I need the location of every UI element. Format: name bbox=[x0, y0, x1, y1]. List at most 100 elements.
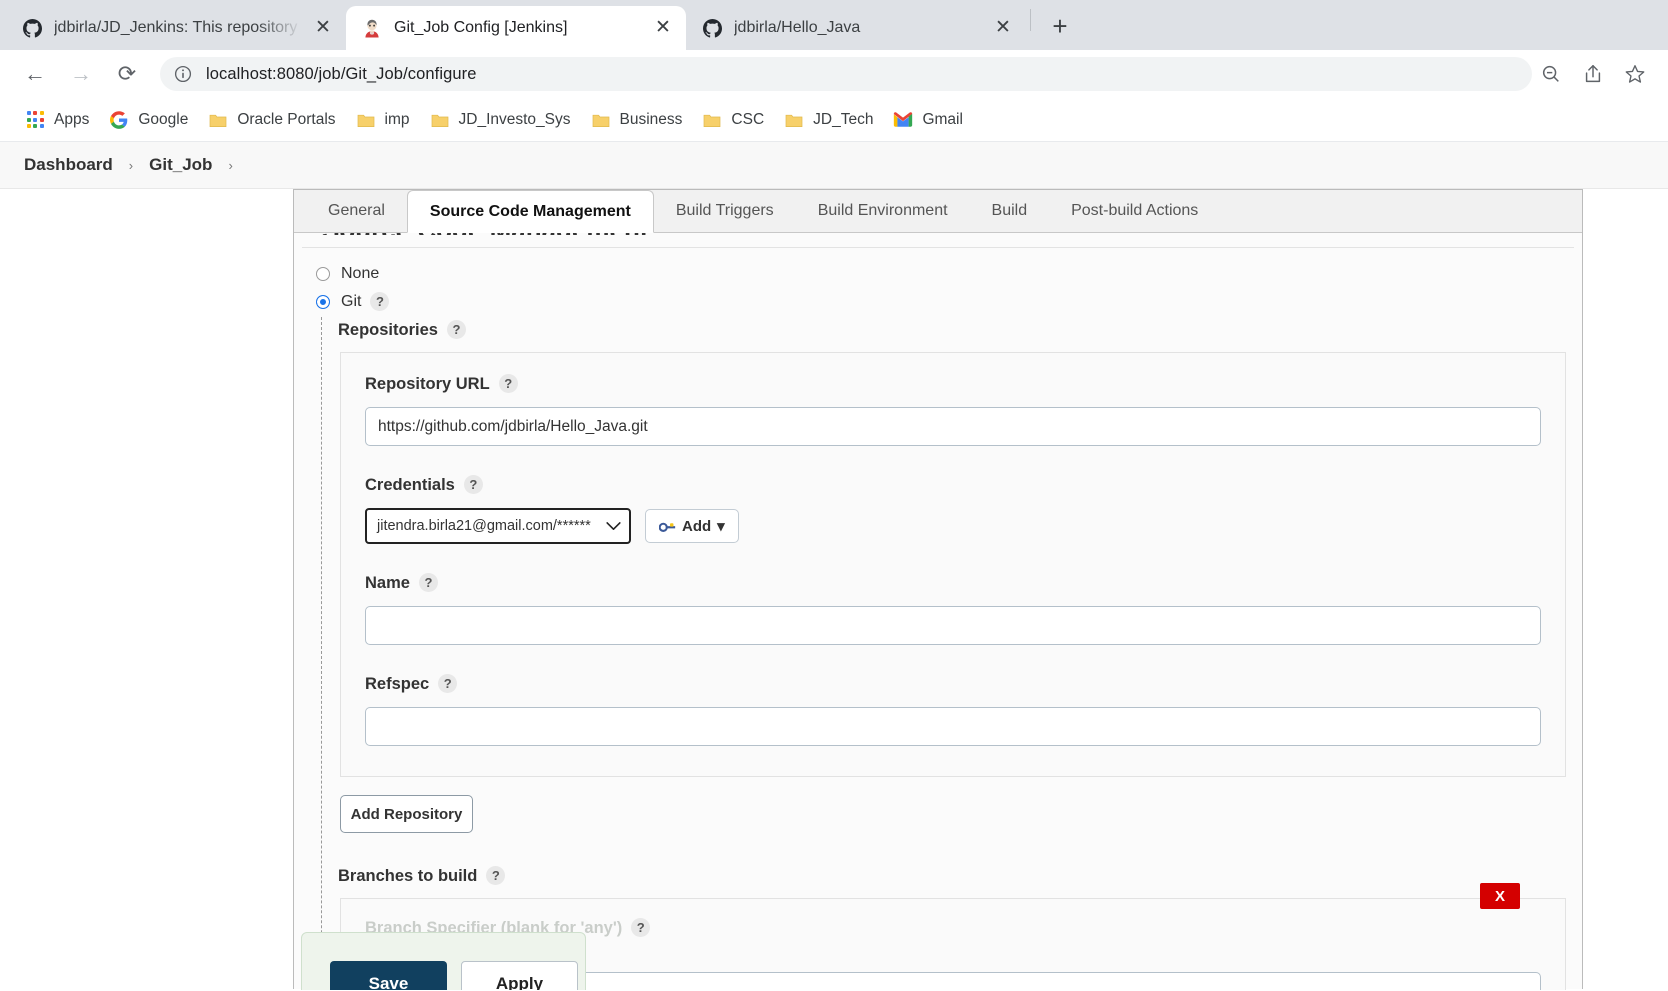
add-repository-button[interactable]: Add Repository bbox=[340, 795, 473, 833]
folder-icon bbox=[356, 110, 376, 130]
chevron-down-icon[interactable]: ▾ bbox=[717, 517, 725, 535]
credentials-field: Credentials ? jitendra.birla21@gmail.com… bbox=[365, 475, 1541, 544]
radio-option-none[interactable]: None bbox=[316, 261, 1582, 287]
refspec-field: Refspec ? bbox=[365, 674, 1541, 746]
name-input[interactable] bbox=[365, 606, 1541, 645]
folder-icon bbox=[784, 110, 804, 130]
help-icon[interactable]: ? bbox=[498, 374, 518, 393]
chevron-down-icon[interactable] bbox=[606, 518, 621, 535]
refspec-input[interactable] bbox=[365, 707, 1541, 746]
bookmark-label: JD_Investo_Sys bbox=[458, 110, 571, 128]
browser-tab-title: Git_Job Config [Jenkins] bbox=[394, 19, 568, 36]
repository-url-field: Repository URL ? bbox=[365, 374, 1541, 446]
error-badge[interactable]: X bbox=[1480, 883, 1520, 909]
browser-tab-3[interactable]: jdbirla/Hello_Java ✕ bbox=[686, 6, 1026, 50]
github-icon bbox=[22, 18, 42, 38]
credentials-label: Credentials ? bbox=[365, 475, 1541, 495]
help-icon[interactable]: ? bbox=[631, 918, 651, 937]
bookmark-jd-investo-sys[interactable]: JD_Investo_Sys bbox=[421, 106, 580, 134]
browser-tab-1[interactable]: jdbirla/JD_Jenkins: This repository ✕ bbox=[6, 6, 346, 50]
folder-icon bbox=[208, 110, 228, 130]
radio-icon[interactable] bbox=[316, 295, 330, 309]
radio-icon[interactable] bbox=[316, 267, 330, 281]
bookmark-label: Oracle Portals bbox=[237, 110, 336, 128]
credentials-select[interactable]: jitendra.birla21@gmail.com/****** bbox=[365, 508, 631, 544]
bookmark-star-icon[interactable] bbox=[1624, 63, 1646, 85]
section-heading: Source Code Management bbox=[322, 233, 649, 235]
bookmark-google[interactable]: Google bbox=[100, 106, 197, 134]
page-content: Dashboard › Git_Job › General Source Cod… bbox=[0, 142, 1668, 991]
repositories-label-text: Repositories bbox=[338, 321, 438, 339]
bookmark-label: JD_Tech bbox=[813, 110, 874, 128]
breadcrumb-item-dashboard[interactable]: Dashboard bbox=[20, 155, 117, 175]
tab-separator bbox=[1030, 9, 1031, 31]
info-circle-icon[interactable] bbox=[174, 65, 192, 83]
help-icon[interactable]: ? bbox=[446, 320, 466, 339]
close-icon[interactable]: ✕ bbox=[652, 17, 674, 39]
help-icon[interactable]: ? bbox=[463, 475, 483, 494]
browser-tabstrip: jdbirla/JD_Jenkins: This repository ✕ Gi… bbox=[0, 0, 1668, 50]
config-panel: General Source Code Management Build Tri… bbox=[293, 189, 1583, 990]
save-button[interactable]: Save bbox=[330, 961, 447, 990]
bookmark-business[interactable]: Business bbox=[582, 106, 692, 134]
help-icon[interactable]: ? bbox=[486, 866, 506, 885]
toolbar-icon-group bbox=[1540, 63, 1652, 85]
radio-label: Git bbox=[341, 293, 362, 310]
browser-toolbar: ← → ⟳ localhost:8080/job/Git_Job/configu… bbox=[0, 50, 1668, 98]
add-credentials-button[interactable]: Add ▾ bbox=[645, 509, 739, 543]
new-tab-button[interactable]: + bbox=[1043, 11, 1077, 45]
branches-to-build-label-text: Branches to build bbox=[338, 867, 478, 885]
tab-build-triggers[interactable]: Build Triggers bbox=[654, 190, 796, 232]
tab-build-environment[interactable]: Build Environment bbox=[796, 190, 970, 232]
bookmark-label: Google bbox=[138, 110, 189, 128]
divider bbox=[302, 247, 1574, 248]
browser-tab-2[interactable]: Git_Job Config [Jenkins] ✕ bbox=[346, 6, 686, 50]
refspec-label-text: Refspec bbox=[365, 675, 430, 693]
save-bar: Save Apply bbox=[301, 932, 586, 990]
chevron-right-icon: › bbox=[128, 157, 134, 173]
tab-general[interactable]: General bbox=[306, 190, 407, 232]
bookmark-gmail[interactable]: Gmail bbox=[884, 106, 971, 134]
bookmark-oracle-portals[interactable]: Oracle Portals bbox=[199, 106, 344, 134]
reload-icon[interactable]: ⟳ bbox=[108, 55, 146, 93]
share-icon[interactable] bbox=[1582, 63, 1604, 85]
bookmark-jd-tech[interactable]: JD_Tech bbox=[775, 106, 882, 134]
close-icon[interactable]: ✕ bbox=[312, 17, 334, 39]
folder-icon bbox=[702, 110, 722, 130]
tab-source-code-management[interactable]: Source Code Management bbox=[406, 190, 654, 233]
zoom-out-icon[interactable] bbox=[1540, 63, 1562, 85]
close-icon[interactable]: ✕ bbox=[992, 17, 1014, 39]
credentials-label-text: Credentials bbox=[365, 476, 455, 494]
forward-icon[interactable]: → bbox=[62, 55, 100, 93]
breadcrumb-item-git-job[interactable]: Git_Job bbox=[145, 155, 216, 175]
github-icon bbox=[702, 18, 722, 38]
bookmark-imp[interactable]: imp bbox=[347, 106, 419, 134]
folder-icon bbox=[591, 110, 611, 130]
help-icon[interactable]: ? bbox=[418, 573, 438, 592]
key-icon bbox=[658, 520, 676, 533]
help-icon[interactable]: ? bbox=[370, 291, 390, 311]
gmail-icon bbox=[893, 110, 913, 130]
apply-button[interactable]: Apply bbox=[461, 961, 578, 990]
name-label: Name ? bbox=[365, 573, 1541, 593]
address-bar[interactable]: localhost:8080/job/Git_Job/configure bbox=[160, 57, 1532, 91]
bookmark-csc[interactable]: CSC bbox=[693, 106, 773, 134]
config-body: Source Code Management None Git ? bbox=[294, 233, 1582, 990]
address-bar-url: localhost:8080/job/Git_Job/configure bbox=[206, 64, 477, 83]
back-icon[interactable]: ← bbox=[16, 55, 54, 93]
tab-build[interactable]: Build bbox=[970, 190, 1050, 232]
bookmark-label: Gmail bbox=[922, 110, 963, 128]
branches-to-build-label: Branches to build ? bbox=[338, 866, 1582, 886]
google-icon bbox=[109, 110, 129, 130]
tab-post-build-actions[interactable]: Post-build Actions bbox=[1049, 190, 1220, 232]
help-icon[interactable]: ? bbox=[438, 674, 458, 693]
chevron-right-icon: › bbox=[228, 157, 233, 173]
repository-url-input[interactable] bbox=[365, 407, 1541, 446]
radio-option-git[interactable]: Git ? bbox=[316, 289, 1582, 315]
radio-label: None bbox=[341, 265, 380, 282]
name-label-text: Name bbox=[365, 574, 410, 592]
config-tabbar: General Source Code Management Build Tri… bbox=[294, 190, 1582, 233]
repositories-label: Repositories ? bbox=[338, 320, 1582, 340]
credentials-selected-value: jitendra.birla21@gmail.com/****** bbox=[377, 518, 591, 534]
bookmark-apps[interactable]: Apps bbox=[16, 106, 98, 134]
